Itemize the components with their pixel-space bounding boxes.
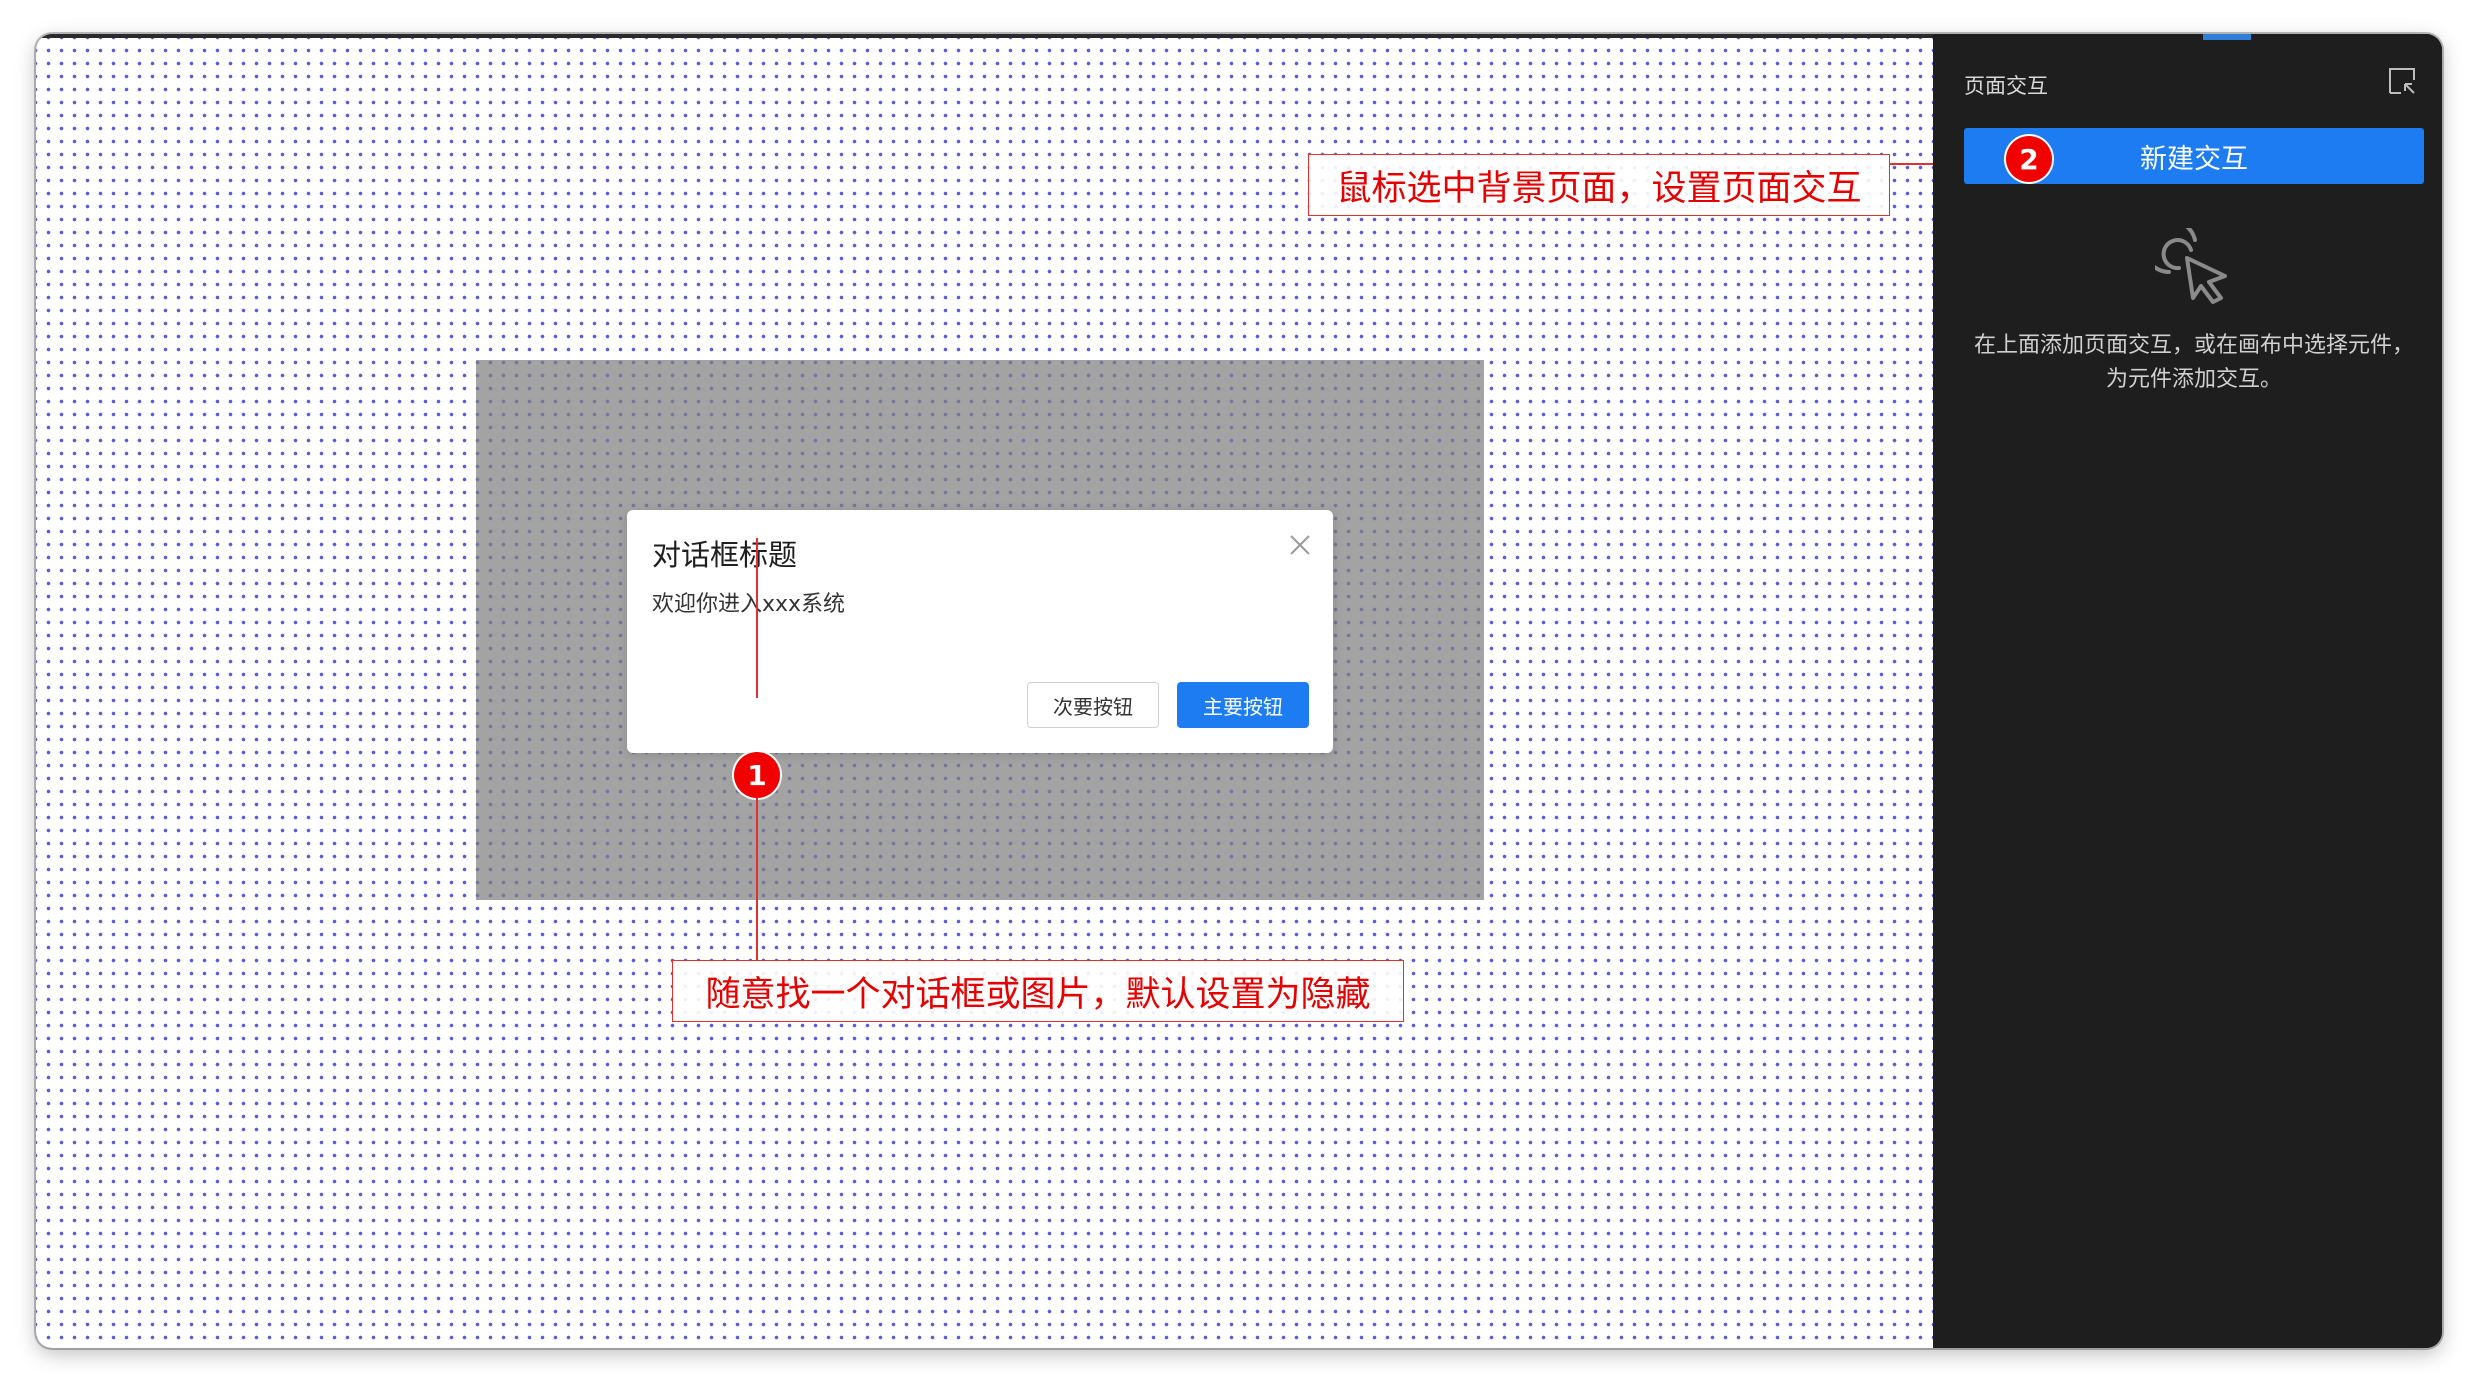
panel-title: 页面交互 <box>1964 74 2048 98</box>
interaction-panel: 页面交互 新建交互 在上面添加页面交互，或在画布中选择元件，为元件添加交互。 <box>1933 34 2442 1348</box>
annotation-1-connector-lower <box>756 798 758 960</box>
design-canvas[interactable]: 对话框标题 欢迎你进入xxx系统 次要按钮 主要按钮 1 随意找一个对话框或图片… <box>36 34 1933 1348</box>
annotation-1-label: 随意找一个对话框或图片，默认设置为隐藏 <box>672 960 1404 1022</box>
primary-button[interactable]: 主要按钮 <box>1177 682 1309 728</box>
click-pointer-icon <box>2141 218 2233 306</box>
secondary-button[interactable]: 次要按钮 <box>1027 682 1159 728</box>
step-1-badge: 1 <box>734 752 780 798</box>
close-icon[interactable] <box>1287 532 1313 558</box>
active-tab-indicator <box>2203 34 2251 40</box>
app-window: 对话框标题 欢迎你进入xxx系统 次要按钮 主要按钮 1 随意找一个对话框或图片… <box>36 34 2442 1348</box>
annotation-2-label: 鼠标选中背景页面，设置页面交互 <box>1308 154 1890 216</box>
annotation-1-connector <box>756 538 758 698</box>
dialog-title: 对话框标题 <box>652 538 798 572</box>
annotation-2-connector <box>1890 163 1933 165</box>
collapse-panel-icon[interactable] <box>2387 66 2417 96</box>
dialog-component[interactable]: 对话框标题 欢迎你进入xxx系统 次要按钮 主要按钮 <box>627 510 1333 753</box>
dialog-message: 欢迎你进入xxx系统 <box>652 592 846 617</box>
step-2-badge: 2 <box>2006 136 2052 182</box>
empty-state-text: 在上面添加页面交互，或在画布中选择元件，为元件添加交互。 <box>1973 333 2414 392</box>
